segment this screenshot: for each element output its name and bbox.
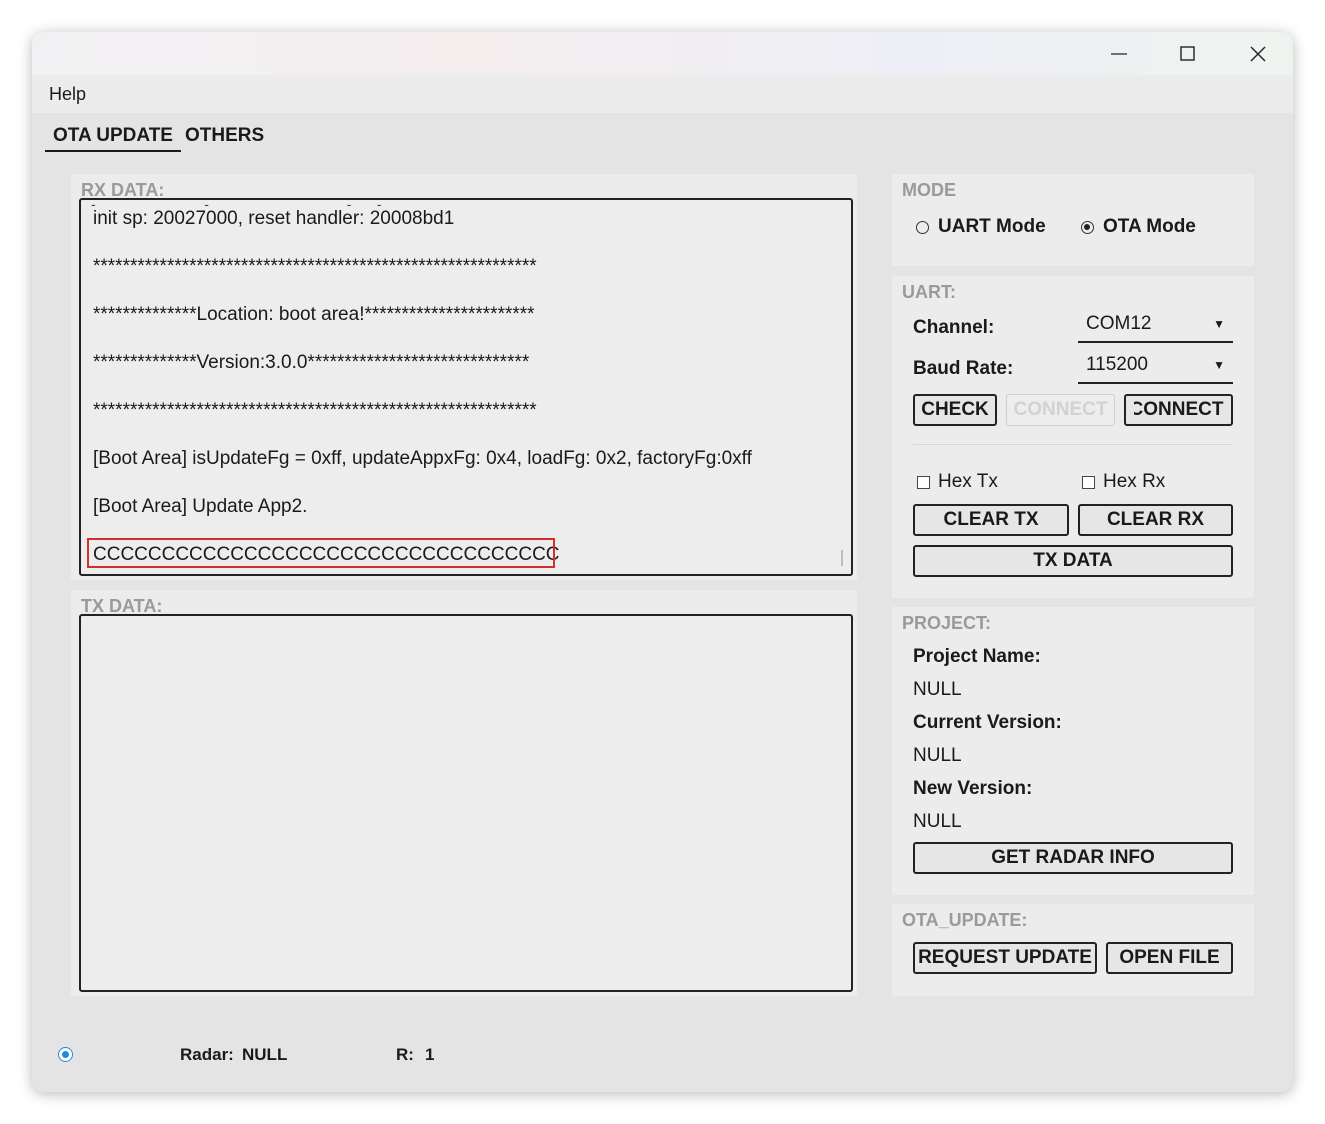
rx-line: [Boot Area] Update App2. — [93, 496, 308, 517]
r-status-value: 1 — [425, 1045, 435, 1064]
baud-rate-value: 115200 — [1086, 354, 1148, 375]
ota-update-title: OTA_UPDATE: — [902, 910, 1028, 930]
chevron-down-icon: ▼ — [1213, 317, 1225, 331]
channel-dropdown[interactable]: COM12 ▼ — [1078, 311, 1233, 343]
tx-data-textbox[interactable] — [79, 614, 853, 992]
project-name-value: NULL — [913, 679, 962, 700]
new-version-label: New Version: — [913, 778, 1033, 799]
scrollbar-thumb[interactable] — [841, 550, 843, 566]
highlight-box — [87, 538, 555, 568]
clear-tx-button[interactable]: CLEAR TX — [913, 504, 1069, 536]
status-indicator[interactable] — [58, 1047, 73, 1062]
maximize-icon — [1180, 45, 1195, 61]
chevron-down-icon: ▼ — [1213, 358, 1225, 372]
minimize-icon — [1111, 52, 1127, 55]
project-title: PROJECT: — [902, 613, 992, 633]
check-button[interactable]: CHECK — [913, 394, 997, 426]
menu-help[interactable]: Help — [49, 84, 86, 105]
close-button[interactable] — [1223, 32, 1293, 75]
ota-update-group: OTA_UPDATE: REQUEST UPDATE OPEN FILE — [892, 904, 1254, 996]
radar-status-label: Radar: — [180, 1045, 234, 1064]
title-bar[interactable] — [32, 32, 1293, 75]
rx-line: ****************************************… — [93, 256, 537, 277]
close-icon — [1250, 46, 1266, 61]
baud-rate-dropdown[interactable]: 115200 ▼ — [1078, 352, 1233, 384]
rx-line: ****************************************… — [93, 400, 537, 421]
mode-title: MODE — [902, 180, 956, 200]
project-group: PROJECT: Project Name: NULL Current Vers… — [892, 607, 1254, 895]
uart-mode-label[interactable]: UART Mode — [938, 216, 1046, 238]
r-status-label: R: — [396, 1045, 414, 1064]
rx-data-textbox[interactable]: - - - - init sp: 20027000, reset handler… — [79, 198, 853, 576]
uart-title: UART: — [902, 282, 956, 302]
ota-mode-radio[interactable] — [1081, 221, 1094, 234]
clear-rx-button[interactable]: CLEAR RX — [1078, 504, 1233, 536]
tx-data-group: TX DATA: — [71, 590, 857, 996]
divider — [913, 444, 1233, 445]
rx-line: init sp: 20027000, reset handler: 20008b… — [93, 208, 455, 229]
current-version-value: NULL — [913, 745, 962, 766]
mode-group: MODE UART Mode OTA Mode — [892, 174, 1254, 266]
channel-label: Channel: — [913, 317, 995, 338]
tab-ota-update[interactable]: OTA UPDATE — [45, 125, 181, 152]
tab-others[interactable]: OTHERS — [185, 125, 264, 150]
hex-rx-checkbox[interactable] — [1082, 476, 1095, 489]
request-update-button[interactable]: REQUEST UPDATE — [913, 942, 1097, 974]
rx-line: **************Version:3.0.0*************… — [93, 352, 530, 373]
status-indicator-fill — [61, 1050, 69, 1058]
radar-status-value: NULL — [242, 1045, 288, 1064]
project-name-label: Project Name: — [913, 646, 1041, 667]
disconnect-label: DISCONNECT — [1134, 399, 1224, 420]
maximize-button[interactable] — [1153, 32, 1223, 75]
current-version-label: Current Version: — [913, 712, 1062, 733]
connect-button[interactable]: CONNECT — [1006, 394, 1115, 426]
tx-data-button[interactable]: TX DATA — [913, 545, 1233, 577]
rx-line: [Boot Area] isUpdateFg = 0xff, updateApp… — [93, 448, 752, 469]
baud-rate-label: Baud Rate: — [913, 358, 1014, 379]
hex-tx-label[interactable]: Hex Tx — [938, 471, 998, 493]
new-version-value: NULL — [913, 811, 962, 832]
open-file-button[interactable]: OPEN FILE — [1106, 942, 1233, 974]
uart-group: UART: Channel: COM12 ▼ Baud Rate: 115200… — [892, 276, 1254, 598]
disconnect-button[interactable]: DISCONNECT — [1124, 394, 1233, 426]
hex-rx-label[interactable]: Hex Rx — [1103, 471, 1165, 493]
get-radar-info-button[interactable]: GET RADAR INFO — [913, 842, 1233, 874]
rx-line: **************Location: boot area!******… — [93, 304, 535, 325]
uart-mode-radio[interactable] — [916, 221, 929, 234]
hex-tx-checkbox[interactable] — [917, 476, 930, 489]
rx-data-group: RX DATA: - - - - init sp: 20027000, rese… — [71, 174, 857, 580]
ota-mode-label[interactable]: OTA Mode — [1103, 216, 1196, 238]
channel-value: COM12 — [1086, 313, 1152, 334]
app-window: Help OTA UPDATE OTHERS RX DATA: - - - - … — [32, 32, 1293, 1092]
menu-bar: Help — [32, 75, 1293, 113]
minimize-button[interactable] — [1084, 32, 1154, 75]
